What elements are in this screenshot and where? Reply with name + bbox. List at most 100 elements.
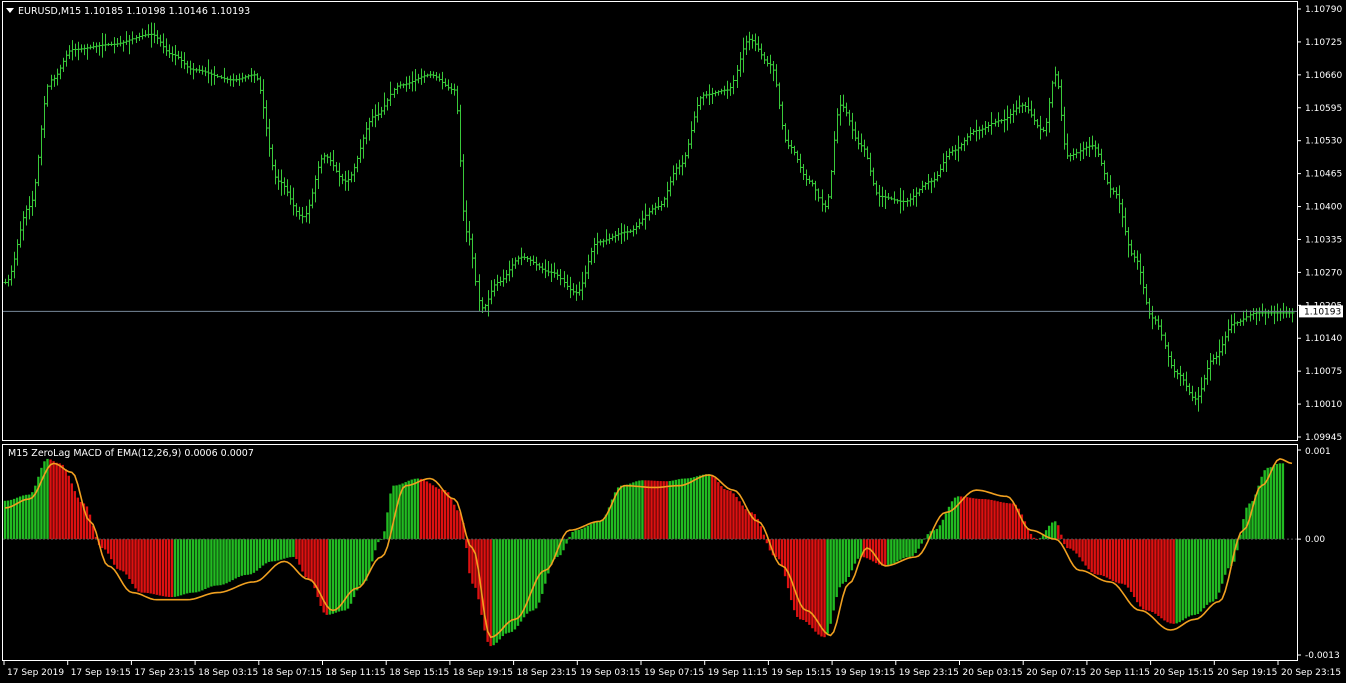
histogram-bar (1011, 503, 1014, 540)
histogram-bar (1002, 502, 1005, 540)
histogram-bar (198, 539, 201, 592)
histogram-bar (544, 539, 547, 584)
histogram-bar (55, 462, 58, 540)
histogram-bar (349, 539, 353, 604)
chart-canvas[interactable]: EURUSD,M15 1.10185 1.10198 1.10146 1.101… (0, 0, 1346, 683)
histogram-bar (1087, 539, 1090, 570)
time-tick-label: 19 Sep 19:15 (835, 668, 895, 678)
histogram-bar (689, 477, 693, 540)
price-tick-label: 1.10465 (1305, 170, 1342, 180)
histogram-bar (668, 481, 671, 540)
histogram-bar (1096, 539, 1099, 575)
histogram-bar (917, 539, 920, 549)
histogram-bar (58, 463, 61, 540)
histogram-bar (428, 483, 432, 540)
histogram-bar (164, 539, 168, 597)
histogram-bar (1220, 539, 1224, 584)
symbol-label: EURUSD,M15 (18, 6, 81, 17)
histogram-bar (471, 539, 474, 584)
price-tick-label: 1.10530 (1305, 137, 1342, 147)
histogram-bar (185, 539, 189, 594)
histogram-bar (1178, 539, 1181, 623)
histogram-bar (674, 479, 678, 540)
histogram-bar (659, 481, 662, 540)
histogram-bar (361, 539, 365, 584)
histogram-bar (528, 539, 532, 612)
histogram-bar (216, 539, 219, 586)
histogram-bar (1154, 539, 1157, 614)
price-tick-label: 1.10660 (1305, 71, 1342, 81)
histogram-bar (1278, 463, 1282, 540)
histogram-bar (677, 479, 681, 540)
histogram-bar (237, 539, 240, 577)
histogram-bar (3, 500, 7, 540)
histogram-bar (650, 480, 653, 540)
histogram-bar (783, 539, 787, 577)
histogram-bar (255, 539, 259, 571)
histogram-bar (519, 539, 523, 622)
histogram-bar (902, 539, 905, 559)
histogram-bar (276, 539, 280, 561)
histogram-bar (410, 479, 413, 540)
histogram-bar (592, 522, 596, 540)
price-tick-label: 1.10725 (1305, 38, 1342, 48)
histogram-bar (76, 497, 80, 540)
histogram-bar (501, 539, 505, 637)
histogram-bar (792, 539, 796, 611)
histogram-bar (1142, 539, 1145, 610)
histogram-bar (844, 539, 847, 582)
histogram-bar (644, 480, 647, 540)
histogram-bar (207, 539, 210, 588)
price-tick-label: 1.10790 (1305, 5, 1342, 15)
histogram-bar (935, 528, 939, 540)
histogram-bar (416, 478, 420, 540)
histogram-bar (31, 492, 34, 540)
histogram-bar (286, 539, 289, 558)
histogram-bar (683, 478, 687, 540)
histogram-bar (510, 539, 514, 632)
histogram-bar (738, 501, 741, 540)
time-tick-label: 19 Sep 03:15 (580, 668, 640, 678)
histogram-bar (443, 490, 447, 540)
histogram-bar (1075, 539, 1078, 554)
histogram-bar (856, 539, 860, 559)
histogram-bar (653, 480, 656, 540)
histogram-bar (720, 486, 723, 540)
histogram-bar (440, 489, 444, 540)
histogram-bar (234, 539, 237, 579)
histogram-bar (914, 539, 917, 554)
histogram-bar (762, 534, 766, 540)
histogram-bar (383, 531, 386, 540)
histogram-bar (453, 504, 456, 540)
histogram-bar (392, 485, 395, 540)
histogram-bar (820, 539, 823, 637)
histogram-bar (210, 539, 213, 587)
histogram-bar (1217, 539, 1221, 593)
histogram-bar (340, 539, 344, 611)
price-tick-label: 1.10400 (1305, 203, 1342, 213)
histogram-bar (577, 529, 580, 540)
time-tick-label: 18 Sep 03:15 (198, 668, 258, 678)
histogram-bar (1275, 464, 1279, 540)
price-tick-label: 1.10335 (1305, 235, 1342, 245)
histogram-bar (1227, 539, 1230, 569)
time-tick-label: 20 Sep 15:15 (1154, 668, 1214, 678)
histogram-bar (574, 530, 577, 540)
histogram-bar (862, 539, 866, 558)
histogram-bar (729, 490, 732, 540)
histogram-bar (292, 539, 295, 557)
histogram-bar (534, 539, 538, 609)
time-tick-label: 20 Sep 07:15 (1026, 668, 1086, 678)
histogram-bar (598, 521, 602, 540)
histogram-bar (152, 539, 155, 595)
time-tick-label: 19 Sep 15:15 (771, 668, 831, 678)
histogram-bar (64, 469, 67, 540)
histogram-bar (173, 539, 177, 597)
histogram-bar (1205, 539, 1209, 605)
histogram-bar (595, 521, 599, 540)
histogram-bar (228, 539, 231, 582)
histogram-bar (1181, 539, 1184, 621)
histogram-bar (908, 539, 911, 557)
histogram-bar (726, 490, 729, 540)
histogram-bar (583, 527, 586, 540)
